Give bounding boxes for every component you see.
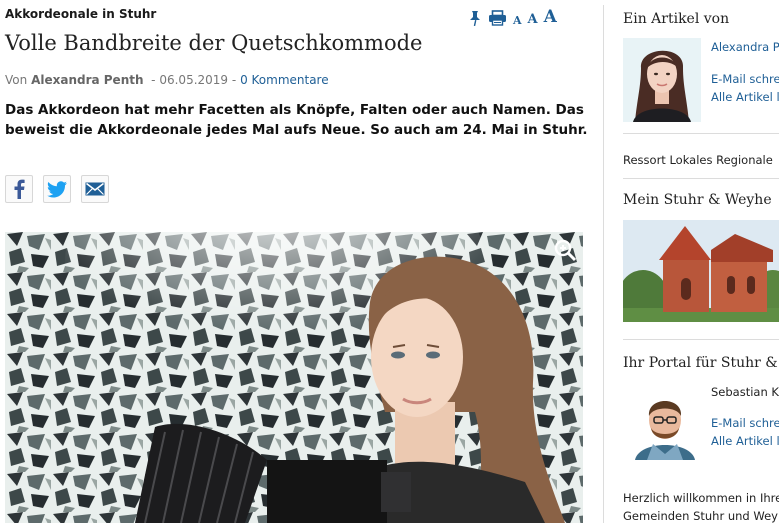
article-lead: Das Akkordeon hat mehr Facetten als Knöp… (5, 102, 588, 138)
font-size-medium-button[interactable]: A (528, 13, 538, 26)
editor-avatar[interactable] (629, 384, 701, 460)
byline-separator: - (231, 73, 237, 87)
sidebar: Ein Artikel von Alexandra P E-Mail schre… (604, 0, 779, 523)
facebook-icon (14, 179, 25, 199)
envelope-icon (85, 182, 105, 196)
byline-author: Alexandra Penth (31, 73, 144, 87)
zoom-icon[interactable] (553, 238, 577, 262)
share-bar (5, 175, 109, 203)
author-box-heading: Ein Artikel von (623, 11, 730, 27)
article-tools: A A A (468, 4, 557, 27)
twitter-icon (47, 180, 67, 197)
byline-date: 06.05.2019 (159, 73, 229, 87)
comments-link[interactable]: 0 Kommentare (240, 73, 329, 87)
facebook-share-button[interactable] (5, 175, 33, 203)
byline-prefix: Von (5, 73, 28, 87)
article-topic: Akkordeonale in Stuhr (5, 7, 157, 21)
church-image[interactable] (623, 220, 779, 322)
twitter-share-button[interactable] (43, 175, 71, 203)
print-icon[interactable] (488, 10, 507, 26)
email-share-button[interactable] (81, 175, 109, 203)
article: Akkordeonale in Stuhr A A A Volle Bandbr… (0, 0, 596, 523)
author-name-link[interactable]: Alexandra P (711, 40, 779, 54)
article-headline: Volle Bandbreite der Quetschkommode (5, 31, 423, 55)
font-size-large-button[interactable]: A (544, 9, 557, 26)
sidebar-divider (623, 178, 779, 179)
ressort-label: Ressort Lokales Regionale (623, 153, 773, 167)
region-box-heading: Mein Stuhr & Weyhe (623, 192, 772, 208)
welcome-text: Gemeinden Stuhr und Weyh (623, 509, 779, 523)
portal-box-heading: Ihr Portal für Stuhr & W (623, 355, 779, 371)
author-email-link[interactable]: E-Mail schre (711, 72, 779, 86)
sidebar-divider (623, 339, 779, 340)
font-size-small-button[interactable]: A (513, 15, 522, 26)
article-byline: Von Alexandra Penth - 06.05.2019 - 0 Kom… (5, 73, 329, 87)
welcome-text: Herzlich willkommen in Ihre (623, 491, 779, 505)
editor-name: Sebastian K (711, 385, 779, 399)
byline-separator: - (151, 73, 156, 87)
editor-all-articles-link[interactable]: Alle Artikel le (711, 434, 779, 448)
author-all-articles-link[interactable]: Alle Artikel le (711, 90, 779, 104)
author-avatar[interactable] (623, 38, 701, 122)
editor-email-link[interactable]: E-Mail schre (711, 416, 779, 430)
pin-icon[interactable] (468, 10, 482, 27)
article-photo[interactable] (5, 232, 583, 523)
sidebar-divider (623, 133, 779, 134)
